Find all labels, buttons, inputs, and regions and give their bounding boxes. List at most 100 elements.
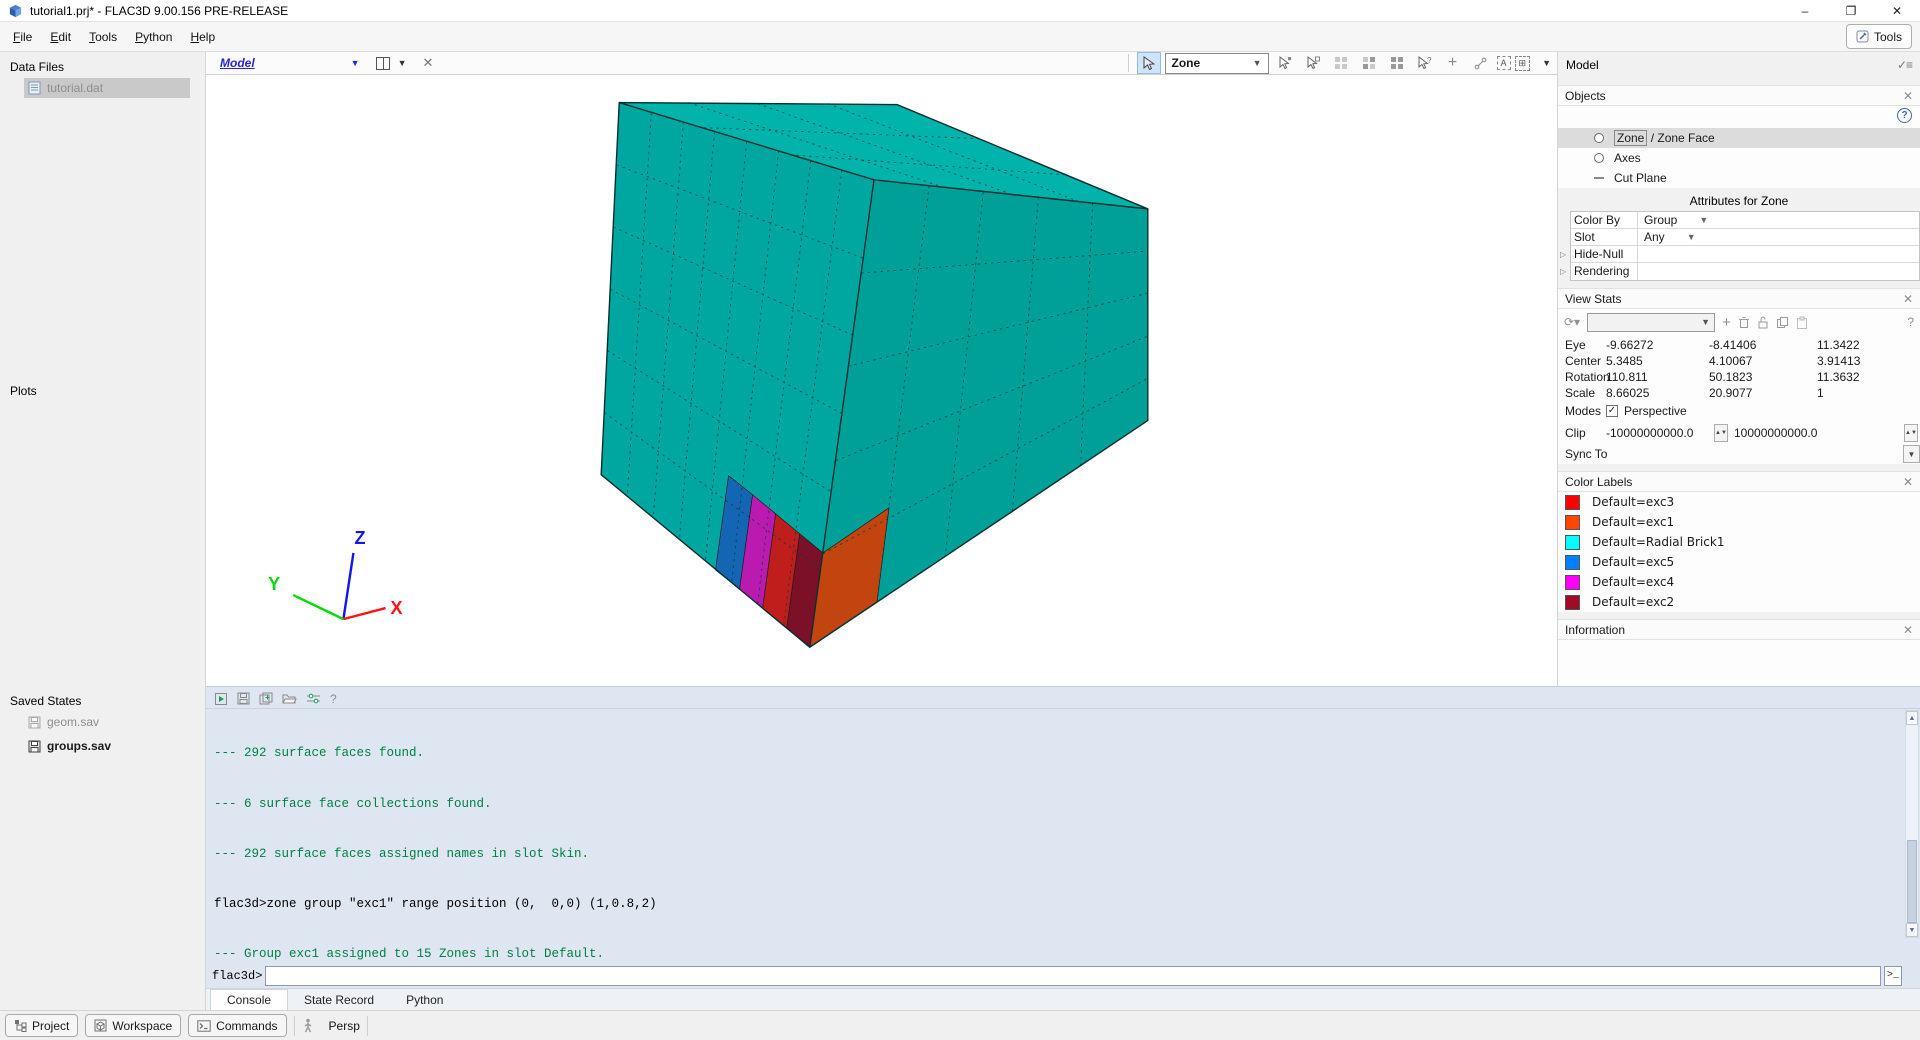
paste-icon[interactable] bbox=[1796, 316, 1808, 329]
svg-text:?: ? bbox=[1427, 56, 1432, 65]
object-item-zone[interactable]: Zone / Zone Face bbox=[1558, 128, 1920, 148]
close-icon[interactable]: ✕ bbox=[1903, 292, 1913, 306]
open-folder-icon[interactable] bbox=[282, 692, 297, 705]
menu-python[interactable]: Python bbox=[126, 26, 181, 48]
menu-tools[interactable]: Tools bbox=[80, 26, 126, 48]
scroll-down-icon[interactable]: ▼ bbox=[1906, 923, 1918, 937]
perspective-checkbox[interactable]: ✓ bbox=[1606, 405, 1618, 417]
tab-dropdown-icon[interactable]: ▼ bbox=[351, 58, 360, 68]
clip-min-spinner[interactable]: ▲▼ bbox=[1714, 424, 1728, 442]
app-icon bbox=[8, 3, 23, 18]
attr-row-hidenull[interactable]: ▷ Hide-Null bbox=[1571, 246, 1919, 263]
slot-dropdown[interactable]: Any▼ bbox=[1638, 229, 1919, 245]
measure-button[interactable] bbox=[1469, 52, 1493, 74]
colorby-dropdown[interactable]: Group▼ bbox=[1638, 212, 1919, 228]
data-file-tutorial[interactable]: tutorial.dat bbox=[24, 78, 190, 98]
query-cursor-button[interactable]: ? bbox=[1413, 52, 1437, 74]
color-swatch bbox=[1565, 535, 1580, 550]
attr-row-slot: Slot Any▼ bbox=[1571, 229, 1919, 246]
help-icon[interactable]: ? bbox=[1897, 108, 1912, 123]
tab-console[interactable]: Console bbox=[210, 989, 288, 1010]
execute-button[interactable]: >_ bbox=[1884, 966, 1902, 986]
view-preset-dropdown[interactable]: ▼ bbox=[1587, 313, 1715, 332]
select-box-button[interactable] bbox=[1301, 52, 1325, 74]
console-scrollbar[interactable]: ▲ ▼ bbox=[1905, 710, 1919, 938]
color-labels-list: Default=exc3 Default=exc1 Default=Radial… bbox=[1558, 492, 1920, 612]
show-hide-half-button[interactable] bbox=[1357, 52, 1381, 74]
add-view-icon[interactable]: + bbox=[1722, 314, 1731, 331]
save-all-icon[interactable] bbox=[259, 692, 273, 705]
attr-row-rendering[interactable]: ▷ Rendering bbox=[1571, 263, 1919, 280]
clip-min-value[interactable]: -10000000000.0 bbox=[1606, 426, 1714, 440]
checklist-icon[interactable]: ✓≡ bbox=[1897, 58, 1912, 72]
split-dropdown-icon[interactable]: ▼ bbox=[398, 58, 407, 68]
run-file-icon[interactable] bbox=[214, 692, 228, 706]
workspace-button[interactable]: Workspace bbox=[85, 1014, 181, 1037]
project-button[interactable]: Project bbox=[5, 1014, 78, 1037]
tools-panel-button[interactable]: Tools bbox=[1846, 24, 1912, 49]
color-label-row[interactable]: Default=exc3 bbox=[1558, 492, 1920, 512]
saved-state-name: groups.sav bbox=[47, 739, 111, 753]
save-icon[interactable] bbox=[237, 692, 250, 705]
tab-python[interactable]: Python bbox=[390, 990, 459, 1010]
close-icon[interactable]: ✕ bbox=[1903, 623, 1913, 637]
tab-close-icon[interactable]: ✕ bbox=[423, 55, 434, 71]
eye-z: 11.3422 bbox=[1817, 338, 1920, 352]
close-icon[interactable]: ✕ bbox=[1903, 475, 1913, 489]
rotation-x: 110.811 bbox=[1606, 370, 1709, 384]
data-files-header: Data Files bbox=[0, 52, 205, 74]
saved-state-groups[interactable]: groups.sav bbox=[24, 736, 190, 756]
saved-state-geom[interactable]: geom.sav bbox=[24, 712, 190, 732]
commands-button[interactable]: Commands bbox=[188, 1014, 286, 1037]
copy-icon[interactable] bbox=[1776, 316, 1789, 329]
show-all-button[interactable] bbox=[1385, 52, 1409, 74]
color-label-row[interactable]: Default=exc1 bbox=[1558, 512, 1920, 532]
filter-settings-icon[interactable] bbox=[306, 692, 321, 705]
add-plot-item-button[interactable]: + bbox=[1441, 52, 1465, 74]
mode-select-dropdown[interactable]: Zone▼ bbox=[1165, 53, 1269, 74]
menu-help[interactable]: Help bbox=[181, 26, 224, 48]
control-panel: Model ✓≡ Objects ✕ ? Zone / Zone Face bbox=[1558, 52, 1920, 686]
help-icon[interactable]: ? bbox=[1907, 315, 1914, 329]
color-swatch bbox=[1565, 575, 1580, 590]
tab-state-record[interactable]: State Record bbox=[288, 990, 390, 1010]
delete-view-icon[interactable] bbox=[1738, 316, 1750, 329]
sync-to-dropdown[interactable]: ▼ bbox=[1903, 445, 1920, 463]
help-icon[interactable]: ? bbox=[330, 692, 337, 706]
label-tool-icon[interactable]: A bbox=[1497, 56, 1511, 70]
model-viewport[interactable]: Z Y X bbox=[206, 75, 1557, 686]
expand-icon[interactable]: ▷ bbox=[1560, 250, 1566, 259]
object-item-cutplane[interactable]: Cut Plane bbox=[1558, 168, 1920, 188]
scroll-thumb[interactable] bbox=[1907, 840, 1917, 923]
expand-icon[interactable]: ▷ bbox=[1560, 267, 1566, 276]
toolbar-overflow-icon[interactable]: ▼ bbox=[1542, 58, 1551, 68]
clip-max-spinner[interactable]: ▲▼ bbox=[1904, 424, 1918, 442]
color-label-row[interactable]: Default=Radial Brick1 bbox=[1558, 532, 1920, 552]
unlock-icon[interactable] bbox=[1757, 316, 1769, 329]
color-label-row[interactable]: Default=exc2 bbox=[1558, 592, 1920, 612]
menu-edit[interactable]: Edit bbox=[41, 26, 80, 48]
refresh-icon[interactable]: ⟳▾ bbox=[1564, 315, 1580, 329]
menu-file[interactable]: File bbox=[4, 26, 41, 48]
clip-max-value[interactable]: 10000000000.0 bbox=[1734, 426, 1904, 440]
object-item-axes[interactable]: Axes bbox=[1558, 148, 1920, 168]
minimize-button[interactable]: – bbox=[1782, 0, 1828, 21]
color-label-row[interactable]: Default=exc4 bbox=[1558, 572, 1920, 592]
split-view-icon[interactable] bbox=[376, 57, 390, 70]
tab-model[interactable]: Model bbox=[220, 56, 255, 70]
grid-tool-icon[interactable]: ⊞ bbox=[1515, 56, 1531, 71]
cursor-box-icon bbox=[1306, 56, 1320, 71]
information-body bbox=[1558, 640, 1920, 686]
close-icon[interactable]: ✕ bbox=[1903, 89, 1913, 103]
command-input[interactable] bbox=[265, 966, 1881, 986]
select-cursor-button[interactable] bbox=[1137, 52, 1161, 74]
show-hide-dim-button[interactable] bbox=[1329, 52, 1353, 74]
console-output[interactable]: --- 292 surface faces found. --- 6 surfa… bbox=[206, 709, 1920, 963]
workspace-icon bbox=[94, 1019, 107, 1032]
restore-button[interactable]: ❐ bbox=[1828, 0, 1874, 21]
eye-x: -9.66272 bbox=[1606, 338, 1709, 352]
color-label-row[interactable]: Default=exc5 bbox=[1558, 552, 1920, 572]
scroll-up-icon[interactable]: ▲ bbox=[1906, 711, 1918, 725]
close-button[interactable]: ✕ bbox=[1874, 0, 1920, 21]
select-add-button[interactable] bbox=[1273, 52, 1297, 74]
